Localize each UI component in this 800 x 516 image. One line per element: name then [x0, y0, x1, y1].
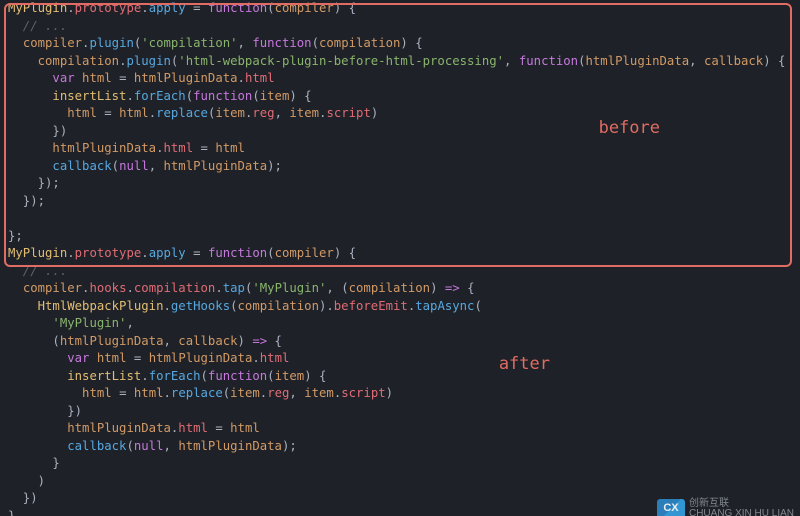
code-block-before: MyPlugin.prototype.apply = function(comp…: [0, 0, 800, 245]
code-editor: MyPlugin.prototype.apply = function(comp…: [0, 0, 800, 516]
code-block-after: MyPlugin.prototype.apply = function(comp…: [0, 245, 800, 516]
